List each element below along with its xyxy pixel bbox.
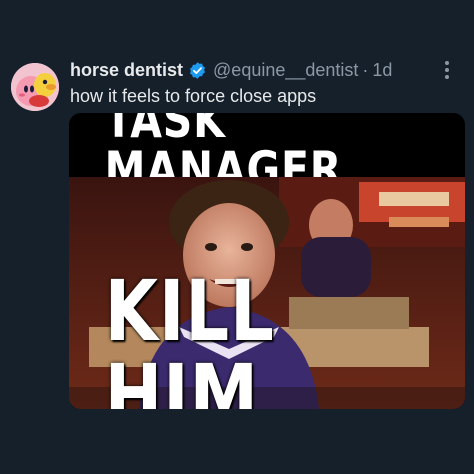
tweet-text: how it feels to force close apps <box>70 86 317 106</box>
meme-bottom-caption: KILL HIM <box>104 262 275 409</box>
more-options-icon[interactable] <box>438 58 456 82</box>
display-name[interactable]: horse dentist <box>70 60 183 81</box>
verified-badge-icon <box>188 61 207 80</box>
avatar[interactable] <box>11 63 59 111</box>
avatar-image <box>11 63 59 111</box>
tweet-header: horse dentist @equine__dentist · 1d <box>70 58 462 82</box>
tweet-media[interactable]: TASK MANAGER KILL HIM <box>69 113 465 409</box>
timestamp[interactable]: 1d <box>372 60 392 81</box>
separator-dot: · <box>362 59 369 80</box>
meme-bottom-band: KILL HIM <box>69 269 465 409</box>
meme-top-band: TASK MANAGER <box>69 113 465 195</box>
tweet[interactable]: horse dentist @equine__dentist · 1d how … <box>0 0 474 474</box>
user-handle[interactable]: @equine__dentist <box>213 60 358 81</box>
